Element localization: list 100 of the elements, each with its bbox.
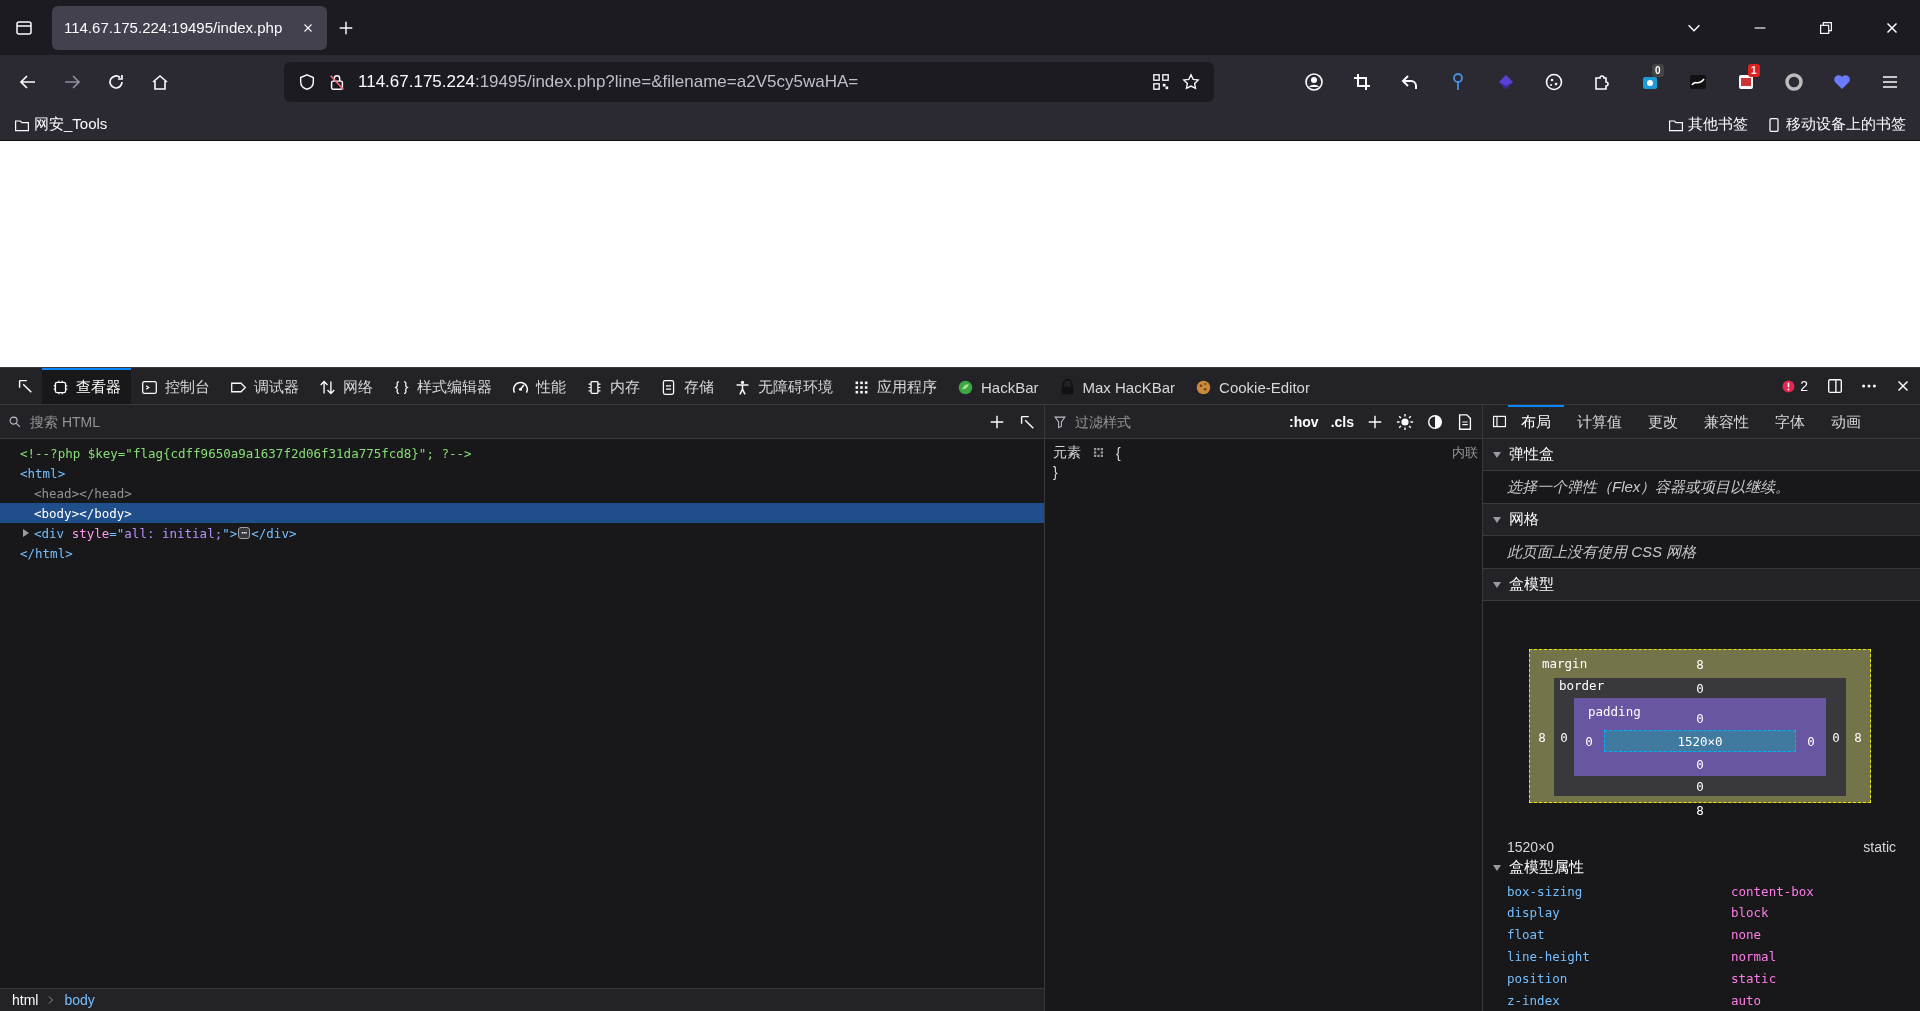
expand-arrow-icon[interactable] [23,529,29,537]
devtools-tab[interactable]: 应用程序 [843,368,947,404]
devtools-tab[interactable]: 控制台 [131,368,220,404]
expand-arrow-icon[interactable] [1493,451,1501,458]
search-icon [8,414,22,429]
error-icon [1781,378,1797,394]
breadcrumb[interactable]: body [64,992,95,1008]
rule-source[interactable]: 内联 [1452,443,1478,462]
heart-icon[interactable] [1832,72,1852,92]
panel-tab[interactable]: 更改 [1635,405,1691,438]
star-icon[interactable] [1182,73,1200,91]
expand-arrow-icon[interactable] [1493,864,1501,871]
devtools-tab[interactable]: 内存 [576,368,650,404]
devtools-tab[interactable]: 性能 [502,368,576,404]
shield-icon[interactable] [298,73,316,91]
grid-icon [1091,445,1106,460]
markup-line[interactable]: <!--?php $key="flag{cdff9650a9a1637f2d06f31da775fcd8}"; ?--> [0,443,1044,463]
devtools-tab[interactable]: Cookie-Editor [1185,368,1320,404]
box-value: 8 [1537,729,1547,745]
box-value: 8 [1853,729,1863,745]
property-value[interactable]: auto [1731,992,1762,1008]
devtools-tab[interactable]: 网络 [309,368,383,404]
panel-tab[interactable]: 计算值 [1564,405,1635,438]
box-value: 0 [1695,756,1705,772]
property-value[interactable]: block [1731,905,1769,921]
property-name: z-index [1507,992,1561,1008]
section-title[interactable]: 网格 [1509,510,1539,529]
expand-arrow-icon[interactable] [1493,516,1501,523]
property-value[interactable]: content-box [1731,883,1814,899]
bookmark-folder[interactable]: 其他书签 [1668,115,1748,134]
sidebar-icon[interactable] [1491,413,1508,430]
undo-icon[interactable] [1400,72,1420,92]
devtools-tab[interactable]: 调试器 [220,368,309,404]
cookie-icon [1195,378,1213,396]
markup-line[interactable]: <head></head> [0,483,1044,503]
browser-tab[interactable]: 114.67.175.224:19495/index.php [52,5,327,50]
panel-tab[interactable]: 动画 [1818,405,1874,438]
contrast-icon[interactable] [1426,412,1444,431]
devtools-tab[interactable]: 样式编辑器 [383,368,502,404]
box-label: margin [1542,656,1588,671]
dock-icon[interactable] [1826,377,1844,395]
phone-icon [1766,116,1782,133]
section-title[interactable]: 盒模型 [1509,575,1554,594]
breadcrumb[interactable]: html [12,992,39,1008]
box-value: 0 [1806,733,1816,749]
filter-icon [1053,414,1067,429]
ring-icon[interactable] [1784,72,1804,92]
hover-toggle[interactable]: :hov [1289,413,1319,430]
property-name: display [1507,905,1561,921]
markup-line[interactable]: <html> [0,463,1044,483]
account-icon[interactable] [1304,72,1324,92]
crop-icon[interactable] [1352,72,1372,92]
bookmark-folder[interactable]: 移动设备上的书签 [1766,115,1906,134]
devtools-tab[interactable]: 存储 [650,368,724,404]
panel-tab[interactable]: 字体 [1762,405,1818,438]
reload-icon[interactable] [106,72,126,92]
lock-icon[interactable] [328,73,346,91]
extensions-icon[interactable] [1592,72,1612,92]
box-label: padding [1588,704,1641,719]
element-picker-icon[interactable] [16,377,34,395]
address-bar[interactable]: 114.67.175.224:19495/index.php?line=&filename=a2V5cy5waHA= [284,62,1214,102]
inspector-icon [52,378,69,396]
storage-icon [660,378,677,396]
markup-line[interactable]: <div style="all: initial;"> ⋯ </div> [0,523,1044,543]
class-toggle[interactable]: .cls [1330,413,1354,430]
property-value[interactable]: none [1731,927,1762,943]
extension-badge: 1 [1748,64,1760,77]
markup-line[interactable]: </html> [0,543,1044,563]
box-value: 0 [1695,710,1705,726]
ellipsis-badge[interactable]: ⋯ [238,527,251,539]
url-text: 114.67.175.224:19495/index.php?line=&filename=a2V5cy5waHA= [358,72,859,92]
property-value[interactable]: static [1731,970,1777,986]
element-position: static [1863,839,1896,855]
property-value[interactable]: normal [1731,949,1777,964]
qr-code-icon[interactable] [1152,73,1170,91]
content-box: 1520×0 [1604,730,1796,752]
element-size: 1520×0 [1507,839,1555,855]
document-icon[interactable] [1456,412,1474,431]
section-title[interactable]: 弹性盒 [1509,445,1554,464]
rule-selector: 元素 [1053,443,1081,462]
filter-input[interactable]: 过滤样式 [1073,412,1278,431]
extension-icon[interactable] [1736,72,1756,92]
bookmark-folder[interactable]: 网安_Tools [14,115,108,134]
box-value: 0 [1584,733,1594,749]
error-count[interactable]: 2 [1781,378,1808,394]
devtools-tab[interactable]: HackBar [947,368,1049,404]
section-title[interactable]: 盒模型属性 [1509,858,1584,878]
box-value: 8 [1695,656,1705,672]
panel-tab[interactable]: 兼容性 [1691,405,1762,438]
devtools-tab[interactable]: 查看器 [42,368,131,404]
expand-arrow-icon[interactable] [1493,581,1501,588]
signature-icon[interactable] [1688,72,1708,92]
devtools-tab[interactable]: 无障碍环境 [724,368,843,404]
cookie-icon[interactable] [1544,72,1564,92]
network-icon [319,378,336,396]
box-value: 8 [1695,802,1705,818]
sun-icon[interactable] [1396,412,1414,431]
home-icon[interactable] [150,72,170,92]
property-name: position [1507,970,1569,986]
devtools-tab[interactable]: Max HacKBar [1048,368,1186,404]
